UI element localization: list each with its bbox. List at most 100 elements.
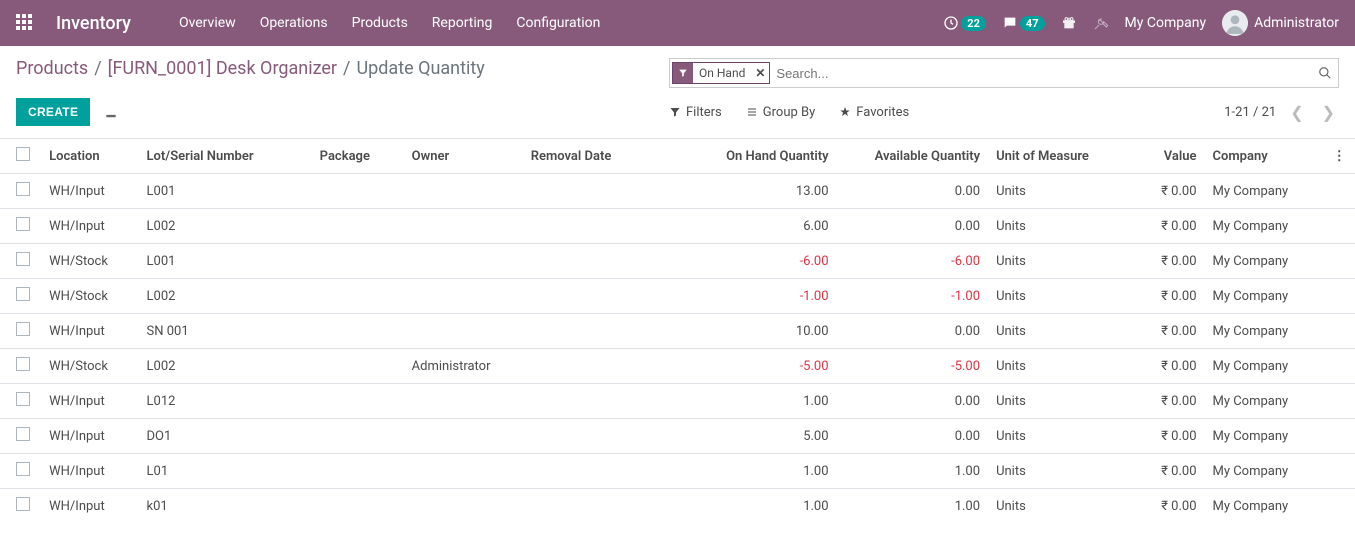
cell-lot: L001 xyxy=(139,174,312,209)
row-checkbox[interactable] xyxy=(16,252,30,266)
col-value[interactable]: Value xyxy=(1129,139,1205,174)
table-header-row: Location Lot/Serial Number Package Owner… xyxy=(0,139,1355,174)
col-location[interactable]: Location xyxy=(41,139,138,174)
cell-company: My Company xyxy=(1205,384,1324,419)
favorites-button[interactable]: Favorites xyxy=(839,103,909,122)
cell-available: 1.00 xyxy=(837,489,989,522)
filters-label: Filters xyxy=(686,105,722,120)
col-owner[interactable]: Owner xyxy=(404,139,523,174)
cell-company: My Company xyxy=(1205,489,1324,522)
gift-icon[interactable] xyxy=(1061,15,1077,31)
cell-company: My Company xyxy=(1205,314,1324,349)
activity-indicator[interactable]: 22 xyxy=(943,15,986,31)
col-lot[interactable]: Lot/Serial Number xyxy=(139,139,312,174)
col-onhand[interactable]: On Hand Quantity xyxy=(674,139,836,174)
create-button[interactable]: CREATE xyxy=(16,98,90,126)
cell-package xyxy=(312,209,404,244)
menu-operations[interactable]: Operations xyxy=(260,15,328,31)
messaging-indicator[interactable]: 47 xyxy=(1002,15,1045,31)
pager-text[interactable]: 1-21 / 21 xyxy=(1224,105,1276,120)
pager-prev[interactable]: ❮ xyxy=(1286,103,1307,122)
cell-company: My Company xyxy=(1205,454,1324,489)
cell-location: WH/Input xyxy=(41,384,138,419)
table-row[interactable]: WH/Inputk011.001.00Units₹ 0.00My Company xyxy=(0,489,1355,522)
cell-removal xyxy=(523,454,675,489)
table-row[interactable]: WH/StockL002Administrator-5.00-5.00Units… xyxy=(0,349,1355,384)
table-row[interactable]: WH/StockL001-6.00-6.00Units₹ 0.00My Comp… xyxy=(0,244,1355,279)
cell-uom: Units xyxy=(988,419,1129,454)
pager: 1-21 / 21 ❮ ❯ xyxy=(1224,103,1339,122)
app-brand[interactable]: Inventory xyxy=(56,13,131,34)
menu-reporting[interactable]: Reporting xyxy=(432,15,493,31)
user-menu[interactable]: Administrator xyxy=(1222,10,1339,36)
cell-available: 0.00 xyxy=(837,419,989,454)
cell-onhand: 1.00 xyxy=(674,454,836,489)
row-checkbox[interactable] xyxy=(16,462,30,476)
cell-owner xyxy=(404,384,523,419)
cell-lot: k01 xyxy=(139,489,312,522)
table-row[interactable]: WH/StockL002-1.00-1.00Units₹ 0.00My Comp… xyxy=(0,279,1355,314)
row-checkbox[interactable] xyxy=(16,287,30,301)
apps-icon[interactable] xyxy=(16,14,34,32)
cell-available: 1.00 xyxy=(837,454,989,489)
funnel-icon xyxy=(669,106,681,118)
tools-icon[interactable] xyxy=(1093,15,1109,31)
cell-available: 0.00 xyxy=(837,314,989,349)
col-uom[interactable]: Unit of Measure xyxy=(988,139,1129,174)
cell-lot: L012 xyxy=(139,384,312,419)
cell-owner: Administrator xyxy=(404,349,523,384)
quantity-table: Location Lot/Serial Number Package Owner… xyxy=(0,139,1355,521)
company-switcher[interactable]: My Company xyxy=(1125,15,1207,31)
select-all-checkbox[interactable] xyxy=(16,147,30,161)
menu-configuration[interactable]: Configuration xyxy=(516,15,600,31)
import-icon[interactable] xyxy=(104,105,118,119)
table-row[interactable]: WH/InputL011.001.00Units₹ 0.00My Company xyxy=(0,454,1355,489)
groupby-button[interactable]: Group By xyxy=(746,103,816,122)
cell-value: ₹ 0.00 xyxy=(1129,349,1205,384)
messaging-badge: 47 xyxy=(1020,16,1045,31)
cell-location: WH/Stock xyxy=(41,279,138,314)
row-checkbox[interactable] xyxy=(16,497,30,511)
cell-onhand: -5.00 xyxy=(674,349,836,384)
table-row[interactable]: WH/InputL00113.000.00Units₹ 0.00My Compa… xyxy=(0,174,1355,209)
facet-remove[interactable]: ✕ xyxy=(751,66,769,80)
cell-onhand: 13.00 xyxy=(674,174,836,209)
cell-package xyxy=(312,419,404,454)
breadcrumb-root[interactable]: Products xyxy=(16,58,88,79)
row-checkbox[interactable] xyxy=(16,217,30,231)
search-box[interactable]: On Hand ✕ xyxy=(669,58,1339,88)
cell-value: ₹ 0.00 xyxy=(1129,314,1205,349)
cell-location: WH/Input xyxy=(41,454,138,489)
col-removal[interactable]: Removal Date xyxy=(523,139,675,174)
table-row[interactable]: WH/InputL0026.000.00Units₹ 0.00My Compan… xyxy=(0,209,1355,244)
breadcrumb-product[interactable]: [FURN_0001] Desk Organizer xyxy=(108,58,337,79)
cell-value: ₹ 0.00 xyxy=(1129,419,1205,454)
table-row[interactable]: WH/InputSN 00110.000.00Units₹ 0.00My Com… xyxy=(0,314,1355,349)
cell-uom: Units xyxy=(988,349,1129,384)
pager-next[interactable]: ❯ xyxy=(1318,103,1339,122)
menu-overview[interactable]: Overview xyxy=(179,15,236,31)
favorites-label: Favorites xyxy=(856,105,909,120)
table-row[interactable]: WH/InputDO15.000.00Units₹ 0.00My Company xyxy=(0,419,1355,454)
row-checkbox[interactable] xyxy=(16,392,30,406)
col-company[interactable]: Company xyxy=(1205,139,1324,174)
cell-available: 0.00 xyxy=(837,384,989,419)
col-options[interactable]: ⋮ xyxy=(1324,139,1355,174)
cell-location: WH/Input xyxy=(41,314,138,349)
menu-products[interactable]: Products xyxy=(352,15,408,31)
search-icon[interactable] xyxy=(1318,66,1332,80)
nav-right: 22 47 My Company Administrator xyxy=(943,10,1339,36)
cell-owner xyxy=(404,419,523,454)
row-checkbox[interactable] xyxy=(16,427,30,441)
row-checkbox[interactable] xyxy=(16,322,30,336)
avatar xyxy=(1222,10,1248,36)
search-input[interactable] xyxy=(770,62,1318,85)
filters-button[interactable]: Filters xyxy=(669,103,722,122)
cell-company: My Company xyxy=(1205,419,1324,454)
cell-location: WH/Stock xyxy=(41,244,138,279)
table-row[interactable]: WH/InputL0121.000.00Units₹ 0.00My Compan… xyxy=(0,384,1355,419)
row-checkbox[interactable] xyxy=(16,357,30,371)
row-checkbox[interactable] xyxy=(16,182,30,196)
col-available[interactable]: Available Quantity xyxy=(837,139,989,174)
col-package[interactable]: Package xyxy=(312,139,404,174)
